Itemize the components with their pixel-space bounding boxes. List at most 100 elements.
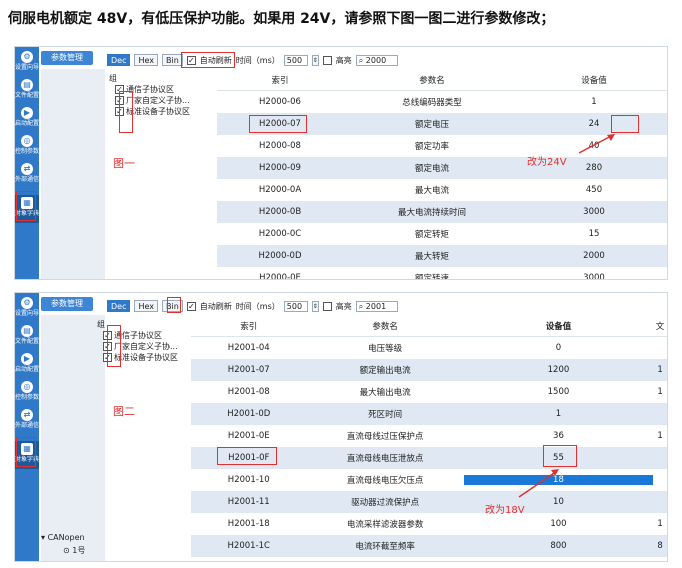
table-row[interactable]: H2000-09 额定电流 280 [217, 157, 667, 179]
sidebar-item-label: 文件配置 [15, 92, 40, 99]
sidebar-item[interactable]: ⇄ 外部通信 [15, 161, 39, 189]
table-row[interactable]: H2001-1D开环运行电流6256 [191, 557, 667, 561]
time-input[interactable]: 500 [283, 300, 308, 312]
red-arrow-icon [578, 134, 615, 154]
highlight-checkbox[interactable] [322, 55, 332, 65]
tree-item-label: 标准设备子协议区 [114, 353, 178, 362]
sidebar-item[interactable]: ◎ 控制参数 [15, 379, 39, 407]
index-cell: H2001-08 [227, 387, 270, 397]
tree-item-label: 厂家自定义子协... [126, 96, 190, 105]
index-cell: H2000-0E [259, 273, 301, 280]
node-item[interactable]: ⊙ 1号 [63, 545, 85, 556]
page-heading: 伺服电机额定 48V，有低压保护功能。如果用 24V，请参照下图一图二进行参数修… [8, 11, 555, 27]
highlight-box-index [249, 115, 307, 133]
value-cell[interactable]: 450 [521, 185, 667, 195]
name-cell: 电流采样滤波器参数 [346, 520, 424, 530]
name-cell: 最大输出电流 [359, 388, 411, 398]
hex-button[interactable]: Hex [134, 300, 159, 312]
search-input[interactable]: ⌕ 2001 [355, 300, 398, 312]
table-row[interactable]: H2001-08 最大输出电流 1500 1 [191, 381, 667, 403]
value-cell[interactable]: 2000 [521, 251, 667, 261]
index-cell: H2001-18 [227, 519, 270, 529]
value-cell[interactable]: 3000 [521, 273, 667, 279]
sidebar-item[interactable]: ⚙ 设置向导 [15, 49, 39, 77]
sidebar-item[interactable]: ▶ 启动配置 [15, 351, 39, 379]
table-row[interactable]: H2001-11 驱动器过流保护点 10 [191, 491, 667, 513]
time-spinner[interactable]: ⇕ [311, 54, 319, 66]
hex-button[interactable]: Hex [134, 54, 159, 66]
value-cell[interactable]: 100 [464, 519, 653, 529]
sidebar-icon: ⚙ [21, 51, 33, 63]
value-cell[interactable]: 800 [464, 541, 653, 551]
sidebar-item[interactable]: ⇄ 外部通信 [15, 407, 39, 435]
value-cell[interactable]: 0 [464, 343, 653, 353]
figure-label: 图二 [113, 405, 135, 418]
index-cell: H2001-1C [227, 541, 270, 551]
sidebar-icon: ▤ [21, 79, 33, 91]
highlight-checkbox[interactable] [322, 301, 332, 311]
dec-button[interactable]: Dec [107, 300, 131, 312]
index-cell: H2000-08 [259, 141, 301, 151]
name-cell: 直流母线电压泄放点 [346, 454, 424, 464]
table-row[interactable]: H2001-0E 直流母线过压保护点 36 1 [191, 425, 667, 447]
name-cell: 额定转速 [414, 274, 449, 280]
bin-button[interactable]: Bin [162, 54, 183, 66]
name-cell: 额定电流 [414, 164, 449, 174]
sidebar-item[interactable]: ▤ 文件配置 [15, 77, 39, 105]
sidebar-item[interactable]: ▤ 文件配置 [15, 323, 39, 351]
sidebar-icon: ▶ [21, 107, 33, 119]
sidebar-item-label: 外部通信 [15, 176, 40, 183]
time-spinner[interactable]: ⇕ [311, 300, 319, 312]
sidebar: ⚙ 设置向导 ▤ 文件配置 ▶ 启动配置 ◎ 控制参数 ⇄ 外部通信 ▦ 对象字典 [15, 47, 39, 279]
index-cell: H2001-0E [227, 431, 270, 441]
value-cell[interactable]: 3000 [521, 207, 667, 217]
table-row[interactable]: H2000-0C 额定转矩 15 [217, 223, 667, 245]
table-row[interactable]: H2001-0D 死区时间 1 [191, 403, 667, 425]
table-row[interactable]: H2000-06 总线编码器类型 1 [217, 91, 667, 113]
value-cell[interactable]: 1 [464, 409, 653, 419]
table-row[interactable]: H2000-0D 最大转矩 2000 [217, 245, 667, 267]
value-cell[interactable]: 1 [521, 97, 667, 107]
sidebar-item-label: 文件配置 [15, 338, 40, 345]
sidebar-item[interactable]: ▶ 启动配置 [15, 105, 39, 133]
sidebar-item-label: 启动配置 [15, 366, 40, 373]
auto-refresh-checkbox[interactable]: ✓ [186, 301, 196, 311]
name-cell: 最大电流持续时间 [397, 208, 466, 218]
dec-button[interactable]: Dec [107, 54, 131, 66]
sidebar-item[interactable]: ⚙ 设置向导 [15, 295, 39, 323]
sidebar-item-label: 启动配置 [15, 120, 40, 127]
left-pane [41, 69, 105, 279]
table-row[interactable]: H2001-10 直流母线电压欠压点 18 [191, 469, 667, 491]
highlight-box-tree-checks [119, 91, 133, 133]
search-input[interactable]: ⌕ 2000 [355, 54, 398, 66]
figure-label: 图一 [113, 157, 135, 170]
value-cell[interactable]: 15 [521, 229, 667, 239]
col-name: 参数名 [372, 321, 398, 332]
sidebar-item[interactable]: ◎ 控制参数 [15, 133, 39, 161]
index-cell: H2000-0D [258, 251, 302, 261]
value-cell[interactable]: 24 [521, 119, 667, 129]
table-row[interactable]: H2000-0B 最大电流持续时间 3000 [217, 201, 667, 223]
sidebar-icon: ⇄ [21, 409, 33, 421]
table-row[interactable]: H2001-18 电流采样滤波器参数 100 1 [191, 513, 667, 535]
col-index: 索引 [240, 321, 258, 332]
param-manage-tab[interactable]: 参数管理 [41, 297, 93, 311]
highlight-box-sidebar [16, 191, 36, 221]
value-cell[interactable]: 1500 [464, 387, 653, 397]
sidebar-icon: ◎ [21, 381, 33, 393]
tree-item-label: 通信子协议区 [114, 331, 162, 340]
highlight-box-tree-checks [107, 325, 121, 367]
time-input[interactable]: 500 [283, 54, 308, 66]
table-row[interactable]: H2000-0A 最大电流 450 [217, 179, 667, 201]
name-cell: 最大转矩 [414, 252, 449, 262]
canopen-tree-item[interactable]: ▾ CANopen [41, 533, 85, 542]
name-cell: 直流母线过压保护点 [346, 432, 424, 442]
value-cell[interactable]: 36 [464, 431, 653, 441]
table-row[interactable]: H2001-04 电压等级 0 [191, 337, 667, 359]
index-cell: H2000-0C [258, 229, 302, 239]
table-row[interactable]: H2001-07 额定输出电流 1200 1 [191, 359, 667, 381]
table-row[interactable]: H2000-0E 额定转速 3000 [217, 267, 667, 280]
table-row[interactable]: H2001-1C 电流环截至频率 800 8 [191, 535, 667, 557]
param-manage-tab[interactable]: 参数管理 [41, 51, 93, 65]
value-cell[interactable]: 1200 [464, 365, 653, 375]
